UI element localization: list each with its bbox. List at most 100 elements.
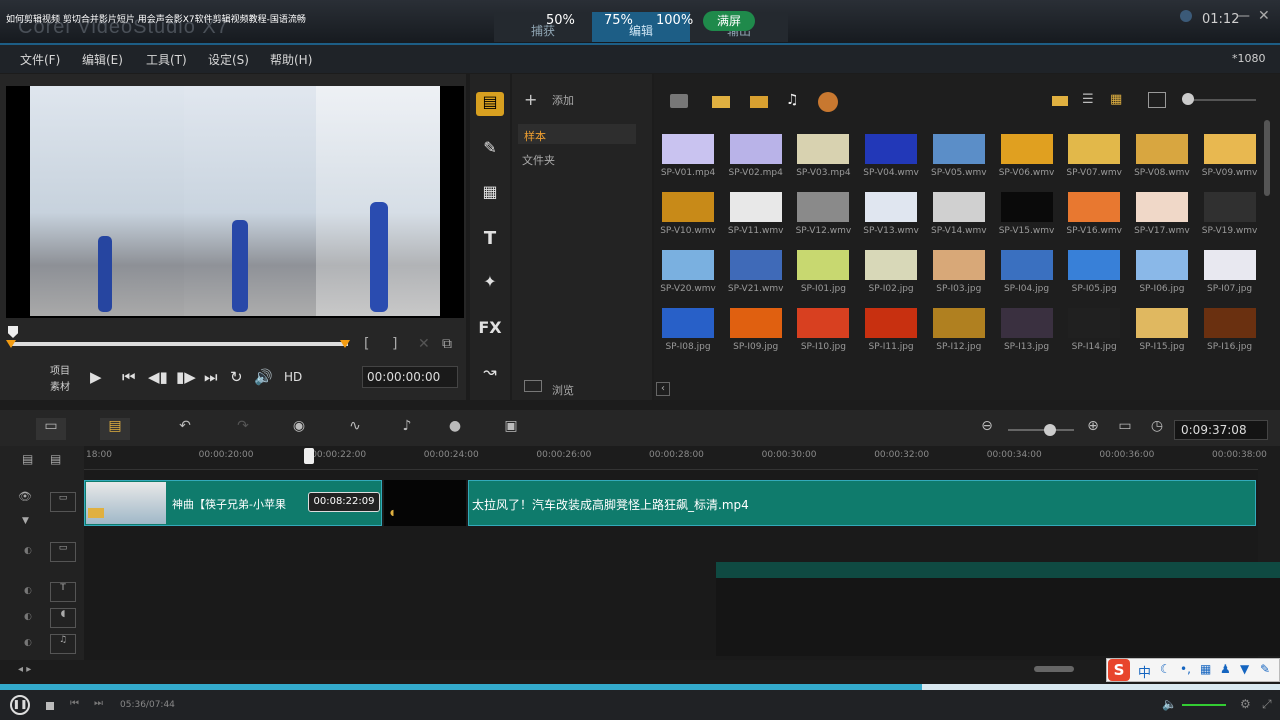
library-thumbnail[interactable] (932, 192, 985, 222)
track-toggle-icon[interactable]: ◐ (24, 638, 32, 648)
scroll-left-icon[interactable]: ◂ ▸ (18, 664, 31, 675)
library-thumbnail[interactable] (662, 134, 714, 164)
enlarge-icon[interactable]: ⧉ (442, 336, 452, 352)
library-thumbnail[interactable] (797, 250, 850, 280)
player-volume-bar[interactable] (1182, 704, 1226, 706)
zoom-75-option[interactable]: 75% (604, 13, 633, 28)
thumbnail-view-icon[interactable] (1052, 96, 1068, 106)
library-thumbnail[interactable] (1000, 250, 1053, 280)
library-thumbnail[interactable] (797, 192, 850, 222)
menu-edit[interactable]: 编辑(E) (82, 51, 123, 68)
mark-out-button[interactable]: ] (392, 336, 397, 352)
record-capture-icon[interactable]: ◉ (284, 418, 314, 440)
zoom-50-option[interactable]: 50% (546, 13, 575, 28)
storyboard-view-icon[interactable]: ▭ (36, 418, 66, 440)
home-icon[interactable]: ⏮ (122, 368, 136, 386)
library-thumbnail[interactable] (1135, 308, 1188, 338)
sound-mixer-icon[interactable]: ∿ (340, 418, 370, 440)
video-filter-icon[interactable] (712, 96, 730, 108)
project-duration-icon[interactable]: ◷ (1142, 418, 1172, 440)
voice-icon[interactable]: ♟ (1220, 662, 1231, 676)
library-thumbnail[interactable] (932, 250, 985, 280)
track-toggle-icon[interactable]: ◐ (24, 612, 32, 622)
list-view-icon[interactable]: ☰ (1082, 92, 1094, 107)
settings-icon[interactable]: ⚙ (1240, 697, 1251, 711)
folder-icon[interactable] (670, 94, 688, 108)
grid-view-icon[interactable]: ▦ (1110, 92, 1122, 107)
library-thumbnail[interactable] (932, 308, 985, 338)
auto-music-icon[interactable]: ♪ (392, 418, 422, 440)
preview-scrubber[interactable] (10, 342, 348, 346)
zoom-in-icon[interactable]: ⊕ (1078, 418, 1108, 440)
video-track-toggle-icon[interactable]: 👁 (18, 490, 32, 503)
step-capture-tab[interactable]: 捕获 (494, 12, 592, 42)
media-tab-icon[interactable]: ▤ (476, 92, 504, 116)
player-volume-icon[interactable]: 🔈 (1162, 697, 1177, 711)
sort-icon[interactable] (1148, 92, 1166, 108)
next-frame-icon[interactable]: ▮▶ (176, 368, 196, 386)
redo-icon[interactable]: ↷ (228, 418, 258, 440)
audio-filter-icon[interactable]: ♫ (786, 92, 799, 108)
library-thumbnail[interactable] (865, 192, 918, 222)
punctuation-icon[interactable]: •, (1180, 662, 1191, 676)
fullscreen-button[interactable]: 满屏 (703, 11, 755, 31)
track-toggle-icon[interactable]: ◐ (24, 546, 32, 556)
sogou-logo-icon[interactable]: S (1108, 659, 1130, 681)
library-thumbnail[interactable] (1135, 134, 1188, 164)
black-clip[interactable] (384, 480, 466, 526)
fit-project-icon[interactable]: ▭ (1110, 418, 1140, 440)
timeline-scrollbar[interactable] (1034, 666, 1074, 672)
library-thumbnail[interactable] (1203, 192, 1256, 222)
instant-project-icon[interactable]: ✎ (476, 138, 504, 162)
library-thumbnail[interactable] (1203, 250, 1256, 280)
exit-fullscreen-icon[interactable]: ⤢ (1262, 697, 1272, 712)
browse-icon[interactable] (524, 380, 542, 392)
preview-timecode[interactable]: 00:00:00:00 (362, 366, 458, 388)
minimize-icon[interactable]: — (1236, 8, 1250, 24)
library-thumbnail[interactable] (729, 192, 782, 222)
stop-icon[interactable] (46, 702, 54, 710)
library-thumbnail[interactable] (1203, 134, 1256, 164)
play-icon[interactable]: ▶ (90, 368, 102, 386)
library-thumbnail[interactable] (1000, 308, 1053, 338)
library-thumbnail[interactable] (1135, 192, 1188, 222)
library-thumbnail[interactable] (1000, 192, 1053, 222)
keyboard-icon[interactable]: ▦ (1200, 662, 1211, 676)
graphic-icon[interactable]: ✦ (476, 272, 504, 296)
previous-icon[interactable]: ⏮ (70, 698, 79, 709)
library-thumbnail[interactable] (1135, 250, 1188, 280)
library-thumbnail[interactable] (729, 250, 782, 280)
thumbnail-size-slider[interactable] (1190, 99, 1256, 101)
timeline-view-icon[interactable]: ▤ (100, 418, 130, 440)
library-thumbnail[interactable] (797, 134, 850, 164)
library-thumbnail[interactable] (1203, 308, 1256, 338)
trim-start-handle[interactable] (6, 340, 16, 348)
track-toggle-icon[interactable]: ◐ (24, 586, 32, 596)
motion-tracking-icon[interactable]: ● (440, 418, 470, 440)
skin-icon[interactable]: ▼ (1240, 662, 1249, 676)
library-thumbnail[interactable] (1068, 308, 1121, 338)
library-thumbnail[interactable] (1068, 192, 1121, 222)
library-thumbnail[interactable] (865, 134, 918, 164)
library-thumbnail[interactable] (1000, 134, 1053, 164)
show-all-tracks-icon[interactable]: ▤ (22, 452, 33, 466)
split-icon[interactable]: ✕ (418, 336, 430, 352)
library-thumbnail[interactable] (662, 192, 714, 222)
sample-folder[interactable]: 样本 (518, 124, 636, 144)
clip-mode-label[interactable]: 素材 (50, 378, 70, 393)
library-thumbnail[interactable] (865, 308, 918, 338)
flash-filter-icon[interactable] (818, 92, 838, 112)
library-thumbnail[interactable] (932, 134, 985, 164)
title-icon[interactable]: T (476, 228, 504, 252)
library-thumbnail[interactable] (1068, 134, 1121, 164)
add-icon[interactable]: + (524, 90, 537, 109)
project-mode-label[interactable]: 项目 (50, 362, 70, 377)
library-thumbnail[interactable] (865, 250, 918, 280)
zoom-out-icon[interactable]: ⊖ (972, 418, 1002, 440)
volume-icon[interactable]: 🔊 (254, 368, 273, 386)
transition-icon[interactable]: ▦ (476, 182, 504, 206)
undo-icon[interactable]: ↶ (170, 418, 200, 440)
next-icon[interactable]: ⏭ (94, 698, 103, 709)
repeat-icon[interactable]: ↻ (230, 368, 243, 386)
timeline-playhead[interactable] (304, 448, 314, 464)
